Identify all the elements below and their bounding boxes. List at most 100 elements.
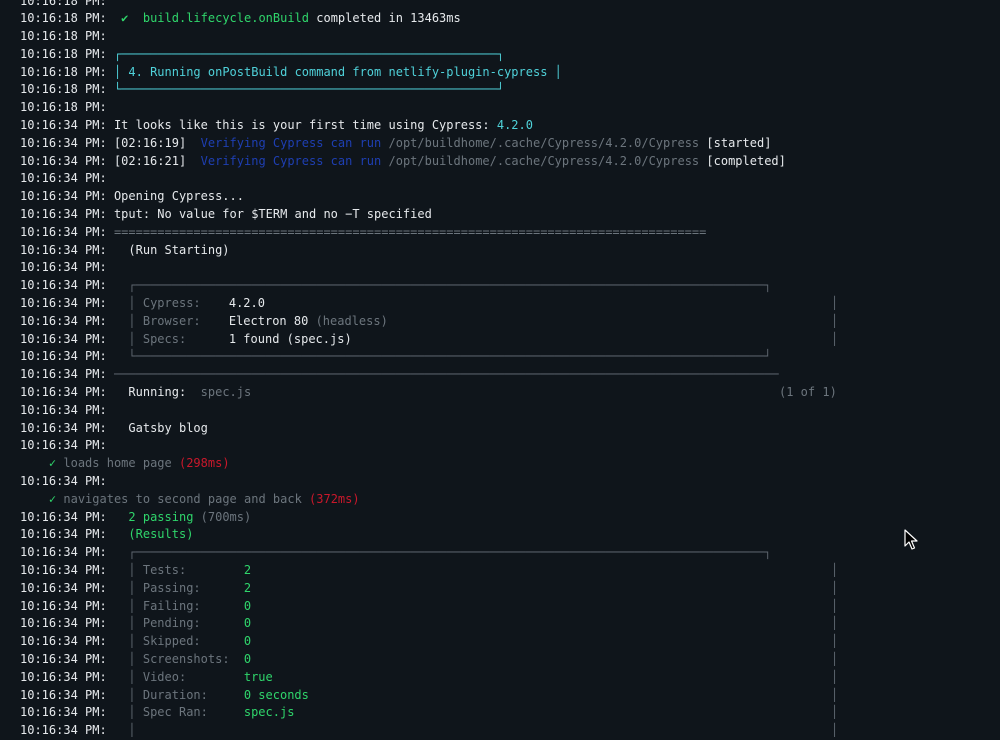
box-border-left: │ (128, 598, 136, 613)
timestamp: 10:16:34 PM: (20, 313, 107, 328)
timestamp: 10:16:18 PM: (20, 82, 107, 97)
box-border-right: │ (831, 651, 839, 666)
log-line: 10:16:34 PM: ┌──────────────────────────… (20, 544, 1000, 562)
result-value: 2 (243, 563, 252, 577)
timestamp: 10:16:34 PM: (20, 367, 107, 382)
results-label: (Results) (128, 527, 194, 542)
timestamp: 10:16:18 PM: (20, 0, 107, 8)
verify-text: Verifying Cypress can run (200, 153, 382, 168)
log-line: 10:16:34 PM: Opening Cypress... (20, 188, 1000, 206)
timestamp: 10:16:34 PM: (20, 598, 107, 613)
log-line: 10:16:34 PM: Running: spec.js (1 of 1) (20, 384, 1000, 402)
timestamp: 10:16:34 PM: (20, 171, 107, 186)
run-box-bottom: └───────────────────────────────────────… (128, 349, 772, 364)
result-key: Duration: (142, 687, 208, 702)
test-duration: (372ms) (309, 491, 360, 506)
separator-line: ────────────────────────────────────────… (113, 367, 779, 382)
build-task: build.lifecycle.onBuild (142, 11, 310, 26)
result-key: Video: (142, 669, 187, 684)
timestamp: 10:16:34 PM: (20, 420, 107, 435)
timestamp: 10:16:34 PM: (20, 189, 107, 204)
timestamp: 10:16:34 PM: (20, 242, 107, 257)
timestamp: 10:16:34 PM: (20, 580, 107, 595)
box-border-right: │ (831, 313, 839, 328)
test-result-line: ✓ navigates to second page and back (372… (20, 491, 1000, 509)
log-line: 10:16:18 PM: └──────────────────────────… (20, 81, 1000, 99)
timestamp: 10:16:18 PM: (20, 100, 107, 115)
check-icon: ✔ (121, 11, 129, 26)
timestamp: 10:16:34 PM: (20, 438, 107, 453)
verify-time: [02:16:19] (113, 135, 187, 150)
log-line: 10:16:34 PM: │ Video: true │ (20, 669, 1000, 687)
passing-duration: (700ms) (200, 509, 252, 524)
plugin-step-title: 4. Running onPostBuild command from netl… (121, 64, 555, 79)
box-border-left: │ (128, 634, 136, 649)
timestamp: 10:16:34 PM: (20, 527, 107, 542)
test-name: navigates to second page and back (63, 491, 302, 506)
log-line: 10:16:34 PM: (20, 473, 1000, 491)
run-box-top: ┌───────────────────────────────────────… (128, 278, 772, 293)
timestamp: 10:16:34 PM: (20, 509, 107, 524)
log-line: 10:16:34 PM: │ Spec Ran: spec.js │ (20, 704, 1000, 722)
result-value: 0 (243, 634, 252, 649)
mouse-pointer-icon (904, 529, 918, 550)
log-line: 10:16:34 PM: Gatsby blog (20, 420, 1000, 438)
result-key: Skipped: (142, 634, 201, 649)
log-line: 10:16:34 PM: 2 passing (700ms) (20, 509, 1000, 527)
check-icon: ✓ (48, 491, 57, 506)
timestamp: 10:16:34 PM: (20, 385, 107, 400)
log-line: 10:16:34 PM: │ Screenshots: 0 │ (20, 651, 1000, 669)
log-line: 10:16:34 PM: (Run Starting) (20, 242, 1000, 260)
cypress-path: /opt/buildhome/.cache/Cypress/4.2.0/Cypr… (388, 153, 700, 168)
result-value: 0 (243, 616, 252, 631)
log-line: 10:16:34 PM: (20, 170, 1000, 188)
timestamp: 10:16:34 PM: (20, 260, 107, 275)
box-border-left: │ (128, 723, 136, 738)
result-value: 0 (243, 651, 252, 666)
result-key: Passing: (142, 580, 201, 595)
box-border-left: │ (128, 563, 136, 577)
run-key: Cypress: (142, 296, 201, 311)
timestamp: 10:16:34 PM: (20, 331, 107, 346)
timestamp: 10:16:18 PM: (20, 46, 107, 61)
timestamp: 10:16:34 PM: (20, 349, 107, 364)
box-border-left: │ (128, 313, 136, 328)
log-line: 10:16:34 PM: │ │ (20, 722, 1000, 740)
results-box-top: ┌───────────────────────────────────────… (128, 545, 772, 560)
timestamp: 10:16:34 PM: (20, 545, 107, 560)
box-border-right: │ (831, 331, 839, 346)
log-line: 10:16:34 PM: │ Skipped: 0 │ (20, 633, 1000, 651)
suite-title: Gatsby blog (128, 420, 208, 435)
log-line: 10:16:18 PM: ✔ build.lifecycle.onBuild c… (20, 10, 1000, 28)
log-line: 10:16:34 PM: │ Browser: Electron 80 (head… (20, 313, 1000, 331)
test-duration: (298ms) (178, 456, 230, 471)
timestamp: 10:16:34 PM: (20, 634, 107, 649)
box-border-right: │ (831, 616, 839, 631)
verify-status: [completed] (706, 153, 786, 168)
box-border-right: │ (831, 723, 839, 738)
box-border-right: │ (831, 296, 839, 311)
box-border-left: │ (128, 705, 136, 720)
log-line: 10:16:18 PM: ┌──────────────────────────… (20, 46, 1000, 64)
run-value: Electron 80 (228, 313, 309, 328)
verify-status: [started] (706, 135, 772, 150)
log-line: 10:16:34 PM: └──────────────────────────… (20, 348, 1000, 366)
test-result-line: ✓ loads home page (298ms) (20, 455, 1000, 473)
log-line: 10:16:34 PM: It looks like this is your … (20, 117, 1000, 135)
log-line: 10:16:34 PM: tput: No value for $TERM an… (20, 206, 1000, 224)
running-label: Running: (128, 385, 187, 400)
first-time-message: It looks like this is your first time us… (113, 118, 497, 133)
box-border-right: │ (831, 563, 839, 577)
log-line: 10:16:34 PM: │ Pending: 0 │ (20, 615, 1000, 633)
timestamp: 10:16:34 PM: (20, 687, 107, 702)
result-key: Pending: (142, 616, 201, 631)
timestamp: 10:16:34 PM: (20, 402, 107, 417)
log-line: 10:16:18 PM: │ 4. Running onPostBuild co… (20, 64, 1000, 82)
log-line: 10:16:34 PM: (20, 437, 1000, 455)
result-value: 0 (243, 598, 252, 613)
log-line: 10:16:18 PM: (20, 0, 1000, 10)
cypress-path: /opt/buildhome/.cache/Cypress/4.2.0/Cypr… (388, 135, 700, 150)
run-value: 1 found (spec.js) (228, 331, 352, 346)
result-value: 0 seconds (243, 687, 309, 702)
log-line: 10:16:34 PM: ===========================… (20, 224, 1000, 242)
